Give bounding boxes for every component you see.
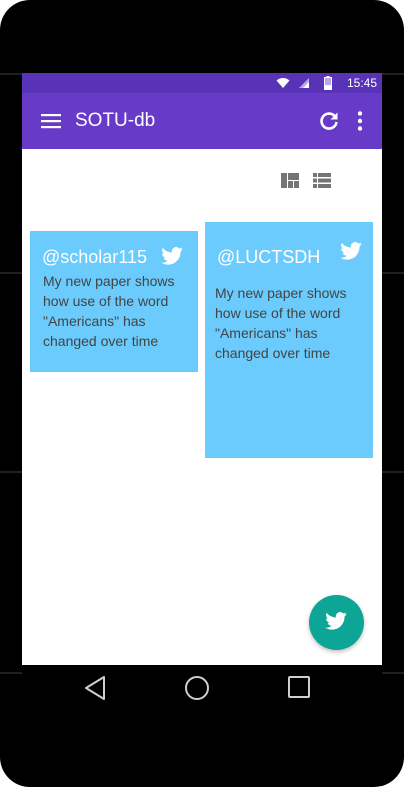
recents-icon[interactable]: [288, 676, 310, 698]
phone-frame: 15:45 SOTU-db @scholar115 My new paper s…: [0, 0, 404, 787]
refresh-icon[interactable]: [318, 110, 340, 132]
app-screen: 15:45 SOTU-db @scholar115 My new paper s…: [22, 73, 382, 665]
tweet-handle: @LUCTSDH: [217, 247, 321, 267]
bezel-divider: [382, 471, 404, 473]
home-icon[interactable]: [184, 675, 210, 701]
tweet-handle: @scholar115: [42, 247, 147, 267]
bezel-divider: [0, 471, 22, 473]
bezel-divider: [382, 73, 404, 75]
bezel-divider: [0, 272, 22, 274]
app-title: SOTU-db: [75, 110, 156, 131]
twitter-icon: [340, 242, 362, 260]
bezel-divider: [0, 672, 22, 674]
cell-signal-icon: [299, 78, 309, 88]
system-nav-bar: [22, 665, 382, 713]
app-bar: SOTU-db: [22, 93, 382, 149]
tweet-card[interactable]: @LUCTSDH My new paper shows how use of t…: [205, 222, 373, 458]
wifi-icon: [276, 78, 290, 88]
bezel-divider: [382, 272, 404, 274]
clock: 15:45: [346, 76, 377, 90]
menu-icon[interactable]: [41, 113, 61, 129]
status-bar: 15:45: [22, 73, 382, 93]
twitter-icon: [161, 247, 183, 265]
tweet-fab-button[interactable]: [309, 595, 364, 650]
tweet-text: My new paper shows how use of the word "…: [43, 273, 175, 349]
battery-icon: [324, 76, 332, 90]
tweet-card[interactable]: @scholar115 My new paper shows how use o…: [30, 231, 198, 372]
list-view-icon[interactable]: [313, 173, 331, 188]
back-icon[interactable]: [84, 675, 108, 701]
dashboard-view-icon[interactable]: [281, 173, 299, 188]
more-vert-icon[interactable]: [355, 110, 365, 132]
twitter-icon: [325, 612, 347, 630]
bezel-divider: [382, 672, 404, 674]
bezel-divider: [0, 73, 22, 75]
tweet-text: My new paper shows how use of the word "…: [215, 285, 347, 361]
